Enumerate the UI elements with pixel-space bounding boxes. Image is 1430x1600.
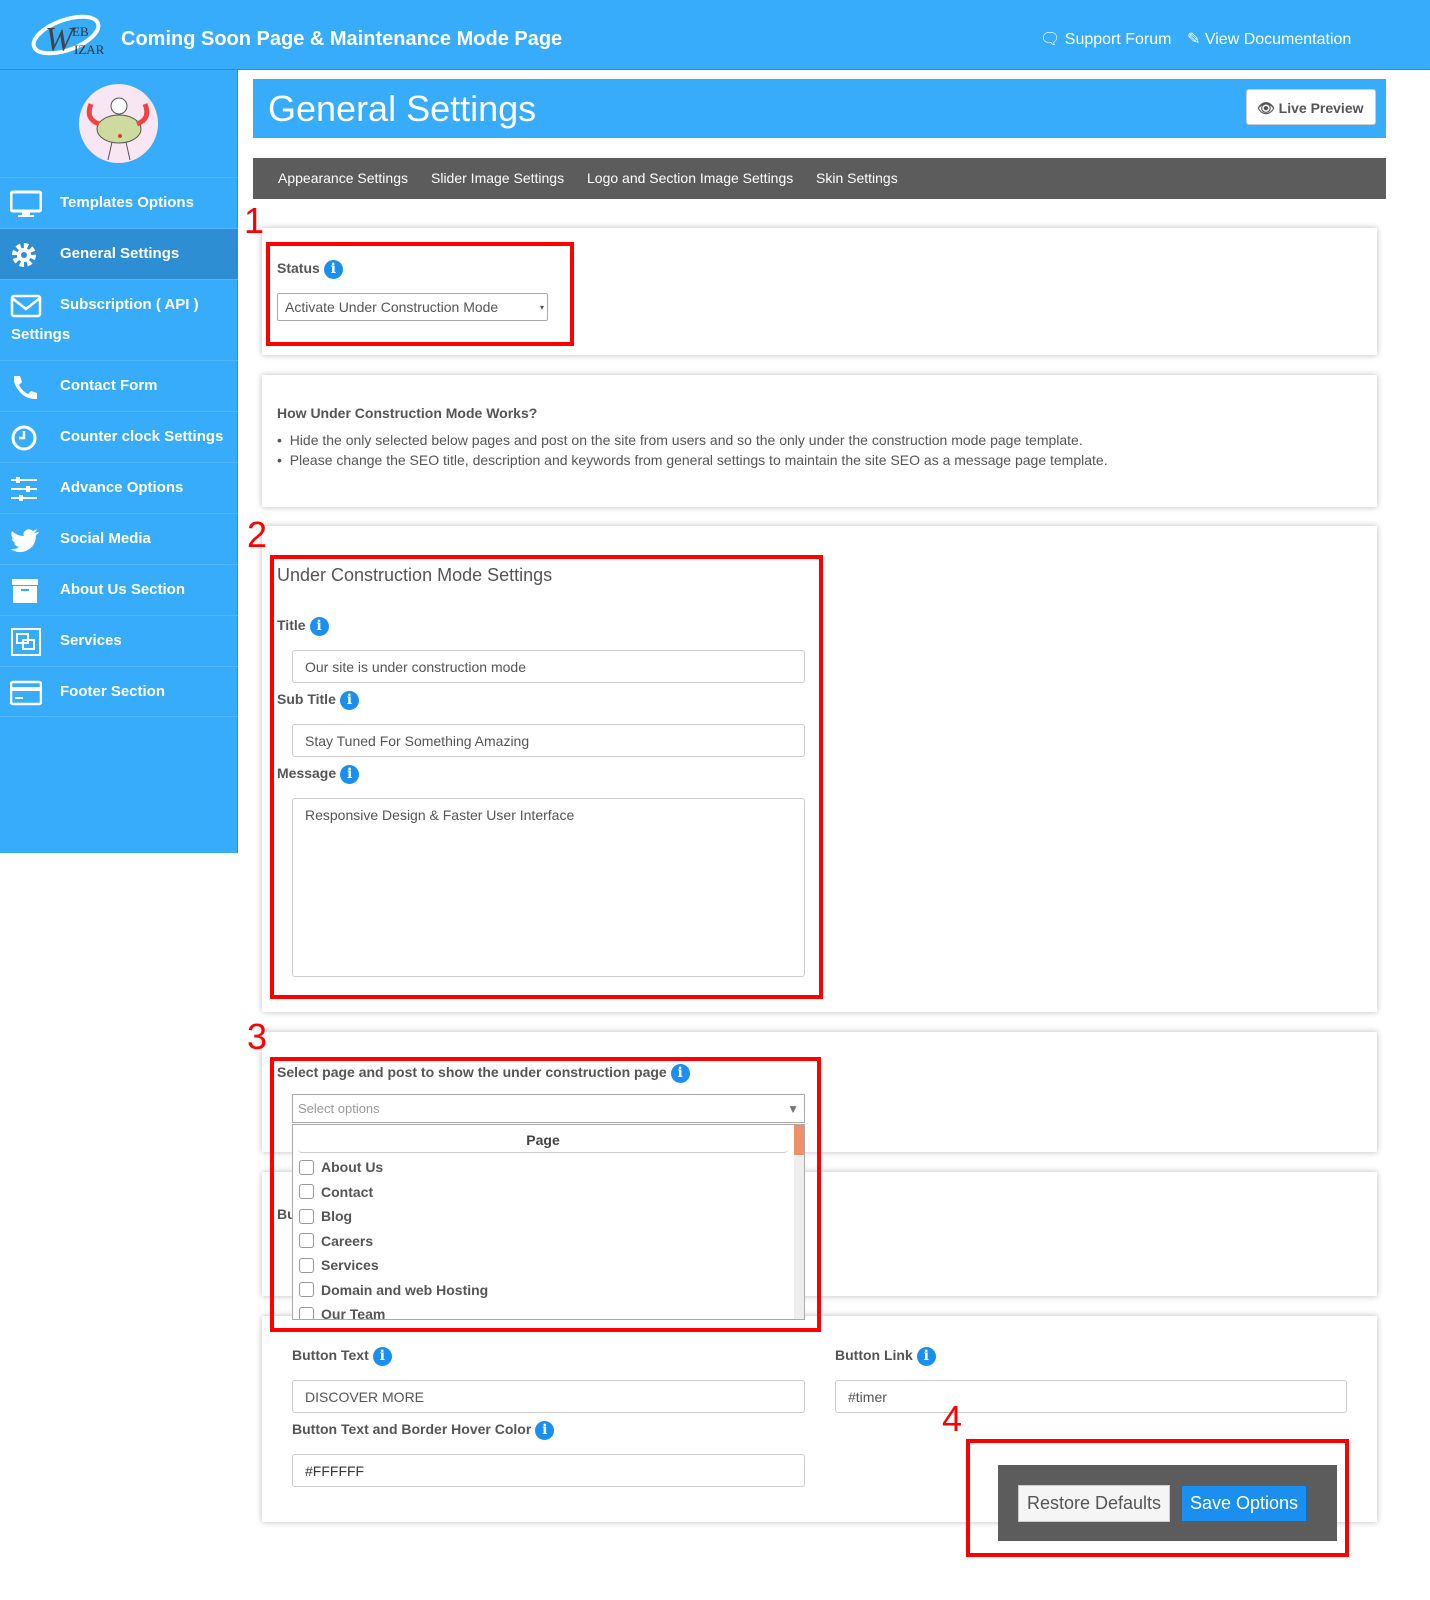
sidebar-item-advance-options[interactable]: Advance Options [0,462,238,513]
tab-skin-settings[interactable]: Skin Settings [816,170,898,186]
hover-color-input[interactable]: #FFFFFF [292,1454,805,1487]
svg-text:IZAR: IZAR [74,42,105,57]
credit-card-icon [10,680,42,706]
sidebar-item-services[interactable]: Services [0,615,238,666]
live-preview-button[interactable]: 👁︎ Live Preview [1246,89,1376,125]
annotation-box-2 [270,555,823,999]
button-link-input[interactable]: #timer [835,1380,1347,1413]
view-documentation-link[interactable]: ✎ View Documentation [1187,29,1351,49]
annotation-number-1: 1 [244,200,265,241]
avatar [79,84,158,163]
info-icon[interactable]: i [535,1421,555,1440]
object-group-icon [11,628,41,656]
tab-logo-section-image-settings[interactable]: Logo and Section Image Settings [587,170,793,186]
edit-icon: ✎ [1187,31,1205,48]
phone-icon [14,376,37,400]
svg-text:EB: EB [72,24,89,39]
app-title: Coming Soon Page & Maintenance Mode Page [121,28,563,50]
monitor-icon [10,190,42,217]
annotation-box-1 [266,242,574,346]
list-item: • Hide the only selected below pages and… [277,432,1083,448]
sidebar-item-about-us-section[interactable]: About Us Section [0,564,238,615]
annotation-number-2: 2 [247,514,268,555]
sliders-icon [11,477,37,501]
tab-appearance-settings[interactable]: Appearance Settings [278,170,408,186]
page-title: General Settings [268,88,537,129]
how-it-works-title: How Under Construction Mode Works? [277,405,538,421]
how-it-works-list: • Hide the only selected below pages and… [277,430,1108,470]
annotation-number-3: 3 [247,1016,268,1057]
tab-slider-image-settings[interactable]: Slider Image Settings [431,170,564,186]
button-text-input[interactable]: DISCOVER MORE [292,1380,805,1413]
annotation-number-4: 4 [942,1398,963,1439]
sidebar-item-counter-clock-settings[interactable]: Counter clock Settings [0,411,238,462]
sidebar-item-subscription-api-settings[interactable]: Subscription ( API ) Settings [0,279,238,360]
clock-icon [11,425,37,451]
button-text-label: Button Text i [292,1347,392,1366]
list-item: • Please change the SEO title, descripti… [277,452,1108,468]
info-icon[interactable]: i [916,1347,936,1366]
sidebar-item-templates-options[interactable]: Templates Options [0,177,238,228]
sidebar-item-social-media[interactable]: Social Media [0,513,238,564]
support-forum-link[interactable]: 🗨︎ Support Forum [1040,29,1171,49]
button-link-label: Button Link i [835,1347,936,1366]
sidebar-item-contact-form[interactable]: Contact Form [0,360,238,411]
info-icon[interactable]: i [372,1347,392,1366]
logo: W EB IZAR [31,14,105,58]
sidebar-item-general-settings[interactable]: General Settings [0,228,238,279]
settings-tabs: Appearance Settings Slider Image Setting… [253,158,1386,199]
annotation-box-3 [270,1057,821,1332]
eye-icon: 👁︎ [1257,100,1279,116]
gear-icon [12,243,36,267]
sidebar-item-footer-section[interactable]: Footer Section [0,666,238,717]
archive-icon [12,579,38,603]
annotation-box-4 [966,1439,1349,1557]
comment-icon: 🗨︎ [1040,31,1065,48]
twitter-icon [10,529,39,553]
envelope-icon [10,294,42,318]
hover-color-label: Button Text and Border Hover Color i [292,1421,555,1440]
